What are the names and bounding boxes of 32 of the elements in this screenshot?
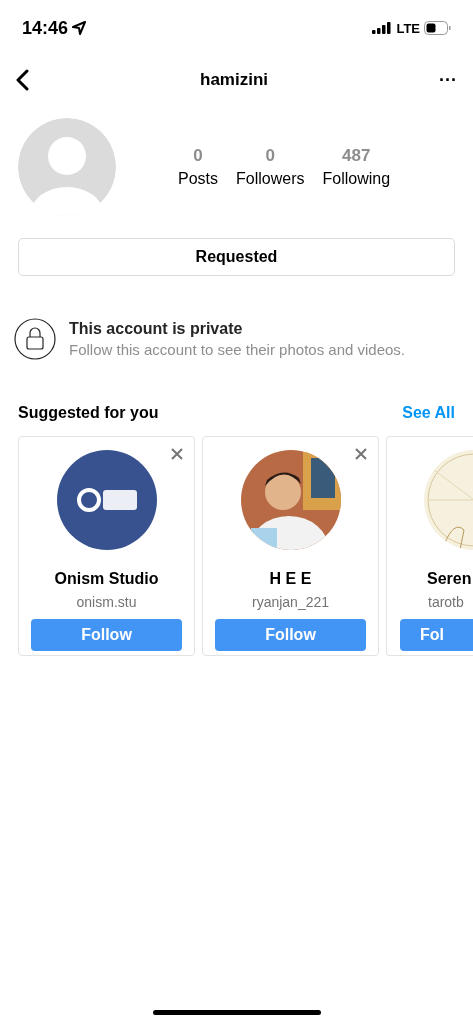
- signal-icon: [372, 22, 393, 34]
- avatar-placeholder-icon: [18, 118, 116, 216]
- follow-button[interactable]: Follow: [215, 619, 366, 651]
- back-icon[interactable]: [15, 69, 29, 91]
- stat-count: 0: [193, 146, 203, 166]
- follow-button[interactable]: Follow: [31, 619, 182, 651]
- suggestion-name: Onism Studio: [54, 570, 159, 588]
- profile-username: hamizini: [200, 70, 268, 90]
- suggestion-name: H E E: [269, 570, 312, 588]
- network-label: LTE: [396, 20, 420, 36]
- suggestion-handle: ryanjan_221: [251, 594, 330, 610]
- stat-label: Following: [322, 170, 391, 188]
- private-title: This account is private: [69, 320, 244, 338]
- stat-count: 487: [342, 146, 371, 166]
- follow-button[interactable]: Fol: [400, 619, 473, 651]
- status-time: 14:46: [22, 17, 69, 39]
- private-text: Follow this account to see their photos and videos.: [69, 341, 406, 358]
- close-icon[interactable]: [171, 448, 183, 460]
- requested-button[interactable]: Requested: [18, 238, 455, 276]
- location-icon: [72, 21, 87, 35]
- suggestion-handle: tarotb: [428, 594, 464, 610]
- stat-label: Posts: [178, 170, 218, 188]
- suggestion-handle: onism.stu: [76, 594, 137, 610]
- suggestion-name: Seren: [427, 570, 472, 588]
- close-icon[interactable]: [355, 448, 367, 460]
- more-button[interactable]: ···: [439, 71, 457, 89]
- battery-icon: [424, 21, 451, 35]
- stat-count: 0: [265, 146, 275, 166]
- section-title: Suggested for you: [18, 404, 159, 422]
- see-all-link[interactable]: See All: [402, 404, 455, 422]
- stat-label: Followers: [236, 170, 305, 188]
- lock-icon: [14, 318, 56, 360]
